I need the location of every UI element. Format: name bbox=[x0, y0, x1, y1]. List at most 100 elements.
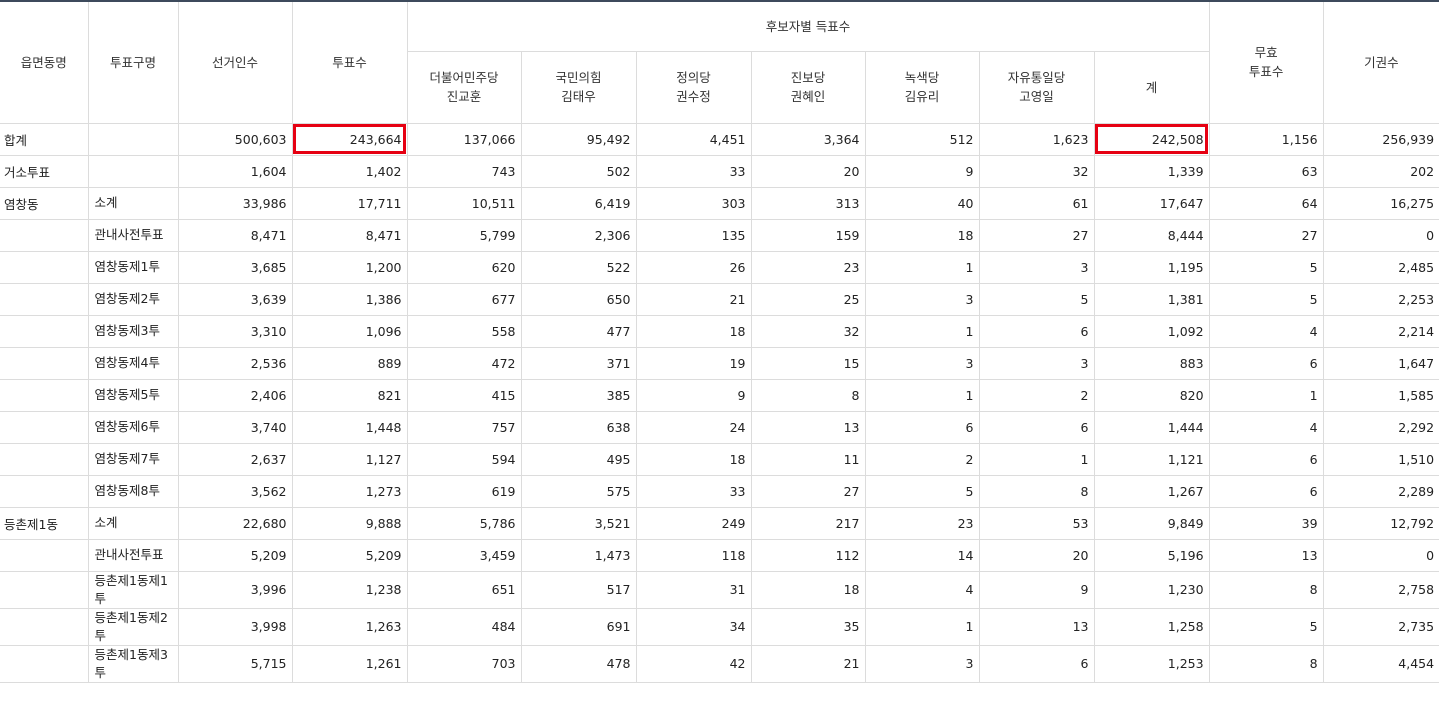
cell-candidate-4: 313 bbox=[750, 186, 866, 220]
cell-total: 1,267 bbox=[1093, 474, 1210, 508]
cell-candidate-3: 4,451 bbox=[635, 122, 752, 156]
cell-polling-place bbox=[87, 154, 179, 188]
cell-polling-place: 염창동제7투 bbox=[87, 442, 179, 476]
cell-district: 합계 bbox=[0, 122, 89, 156]
cell-abstain: 0 bbox=[1322, 538, 1439, 572]
cell-abstain: 2,253 bbox=[1322, 282, 1439, 316]
cell-candidate-5: 6 bbox=[864, 410, 980, 444]
cell-candidate-5: 1 bbox=[864, 314, 980, 348]
cell-candidate-4: 217 bbox=[750, 506, 866, 540]
header-candidate-name: 고영일 bbox=[1019, 89, 1054, 104]
cell-candidate-4: 11 bbox=[750, 442, 866, 476]
header-candidate-name: 김태우 bbox=[561, 89, 596, 104]
cell-candidate-6: 6 bbox=[978, 644, 1095, 683]
cell-candidate-5: 14 bbox=[864, 538, 980, 572]
cell-polling-place: 등촌제1동제2투 bbox=[87, 607, 179, 646]
table-row: 염창동제2투 3,639 1,386 677 650 21 25 3 5 1,381 5 2,253 bbox=[0, 282, 1439, 316]
cell-total: 1,339 bbox=[1093, 154, 1210, 188]
cell-electorate: 3,685 bbox=[177, 250, 293, 284]
cell-polling-place: 관내사전투표 bbox=[87, 538, 179, 572]
cell-invalid: 27 bbox=[1208, 218, 1324, 252]
cell-electorate: 3,639 bbox=[177, 282, 293, 316]
cell-candidate-3: 31 bbox=[635, 570, 752, 609]
table-row: 염창동제7투 2,637 1,127 594 495 18 11 2 1 1,121 6 1,510 bbox=[0, 442, 1439, 476]
header-candidate-name: 권혜인 bbox=[790, 89, 826, 104]
cell-abstain: 2,485 bbox=[1322, 250, 1439, 284]
cell-candidate-6: 3 bbox=[978, 250, 1095, 284]
cell-district bbox=[0, 442, 89, 476]
cell-candidate-5: 9 bbox=[864, 154, 980, 188]
header-invalid-line2: 투표수 bbox=[1248, 64, 1284, 80]
header-abstain: 기권수 bbox=[1322, 0, 1439, 124]
cell-candidate-5: 3 bbox=[864, 644, 980, 683]
cell-total: 820 bbox=[1093, 378, 1210, 412]
cell-district bbox=[0, 607, 89, 646]
cell-candidate-1: 619 bbox=[406, 474, 522, 508]
table-row: 염창동제6투 3,740 1,448 757 638 24 13 6 6 1,444 4 2,292 bbox=[0, 410, 1439, 444]
cell-candidate-3: 18 bbox=[635, 442, 752, 476]
header-invalid: 무효 투표수 bbox=[1208, 0, 1324, 124]
cell-candidate-2: 371 bbox=[520, 346, 637, 380]
cell-votes-cast: 243,664 bbox=[291, 122, 408, 156]
cell-candidate-6: 27 bbox=[978, 218, 1095, 252]
cell-polling-place: 소계 bbox=[87, 186, 179, 220]
cell-candidate-1: 484 bbox=[406, 607, 522, 646]
table-row: 염창동제1투 3,685 1,200 620 522 26 23 1 3 1,195 5 2,485 bbox=[0, 250, 1439, 284]
cell-candidate-1: 5,799 bbox=[406, 218, 522, 252]
cell-votes-cast: 1,127 bbox=[291, 442, 408, 476]
cell-votes-cast: 1,200 bbox=[291, 250, 408, 284]
cell-candidate-3: 118 bbox=[635, 538, 752, 572]
cell-electorate: 500,603 bbox=[177, 122, 293, 156]
cell-district bbox=[0, 410, 89, 444]
header-party: 정의당 bbox=[676, 70, 711, 85]
cell-candidate-1: 472 bbox=[406, 346, 522, 380]
cell-polling-place: 염창동제1투 bbox=[87, 250, 179, 284]
cell-electorate: 8,471 bbox=[177, 218, 293, 252]
cell-candidate-2: 502 bbox=[520, 154, 637, 188]
cell-electorate: 3,740 bbox=[177, 410, 293, 444]
header-candidate: 자유통일당고영일 bbox=[978, 50, 1095, 124]
cell-district bbox=[0, 314, 89, 348]
cell-candidate-1: 5,786 bbox=[406, 506, 522, 540]
cell-total: 1,121 bbox=[1093, 442, 1210, 476]
cell-candidate-5: 4 bbox=[864, 570, 980, 609]
cell-candidate-4: 3,364 bbox=[750, 122, 866, 156]
table-body: 합계 500,603 243,664 137,066 95,492 4,451 3,364 5… bbox=[0, 122, 1439, 683]
header-candidate: 진보당 권혜인 bbox=[750, 50, 866, 124]
cell-total: 5,196 bbox=[1093, 538, 1210, 572]
cell-candidate-4: 112 bbox=[750, 538, 866, 572]
cell-votes-cast: 5,209 bbox=[291, 538, 408, 572]
table-row: 등촌제1동제1투 3,996 1,238 651 517 31 18 4 9 1,230 8 2,75… bbox=[0, 570, 1439, 609]
cell-total: 8,444 bbox=[1093, 218, 1210, 252]
table-row: 관내사전투표 8,471 8,471 5,799 2,306 135 159 18 27 8,44… bbox=[0, 218, 1439, 252]
cell-candidate-2: 691 bbox=[520, 607, 637, 646]
header-invalid-line1: 무효 bbox=[1254, 45, 1278, 61]
table-row: 등촌제1동 소계 22,680 9,888 5,786 3,521 249 217 23 53 9,… bbox=[0, 506, 1439, 540]
cell-candidate-3: 249 bbox=[635, 506, 752, 540]
cell-invalid: 6 bbox=[1208, 442, 1324, 476]
cell-candidate-6: 13 bbox=[978, 607, 1095, 646]
cell-district bbox=[0, 474, 89, 508]
cell-district: 염창동 bbox=[0, 186, 89, 220]
cell-candidate-6: 3 bbox=[978, 346, 1095, 380]
table-row: 염창동제3투 3,310 1,096 558 477 18 32 1 6 1,092 4 2,214 bbox=[0, 314, 1439, 348]
cell-candidate-2: 495 bbox=[520, 442, 637, 476]
cell-candidate-4: 15 bbox=[750, 346, 866, 380]
cell-votes-cast: 1,386 bbox=[291, 282, 408, 316]
cell-total: 1,381 bbox=[1093, 282, 1210, 316]
cell-abstain: 2,292 bbox=[1322, 410, 1439, 444]
header-candidate-name: 김유리 bbox=[904, 89, 940, 104]
cell-candidate-4: 32 bbox=[750, 314, 866, 348]
cell-candidate-1: 620 bbox=[406, 250, 522, 284]
cell-electorate: 5,715 bbox=[177, 644, 293, 683]
cell-candidate-2: 650 bbox=[520, 282, 637, 316]
cell-candidate-1: 594 bbox=[406, 442, 522, 476]
cell-votes-cast: 889 bbox=[291, 346, 408, 380]
cell-candidate-1: 558 bbox=[406, 314, 522, 348]
cell-candidate-6: 61 bbox=[978, 186, 1095, 220]
cell-district bbox=[0, 346, 89, 380]
header-party: 자유통일당 bbox=[1007, 70, 1066, 85]
cell-polling-place: 등촌제1동제3투 bbox=[87, 644, 179, 683]
table-row: 등촌제1동제2투 3,998 1,263 484 691 34 35 1 13 1,258 5 2,7… bbox=[0, 607, 1439, 646]
cell-total: 1,253 bbox=[1093, 644, 1210, 683]
